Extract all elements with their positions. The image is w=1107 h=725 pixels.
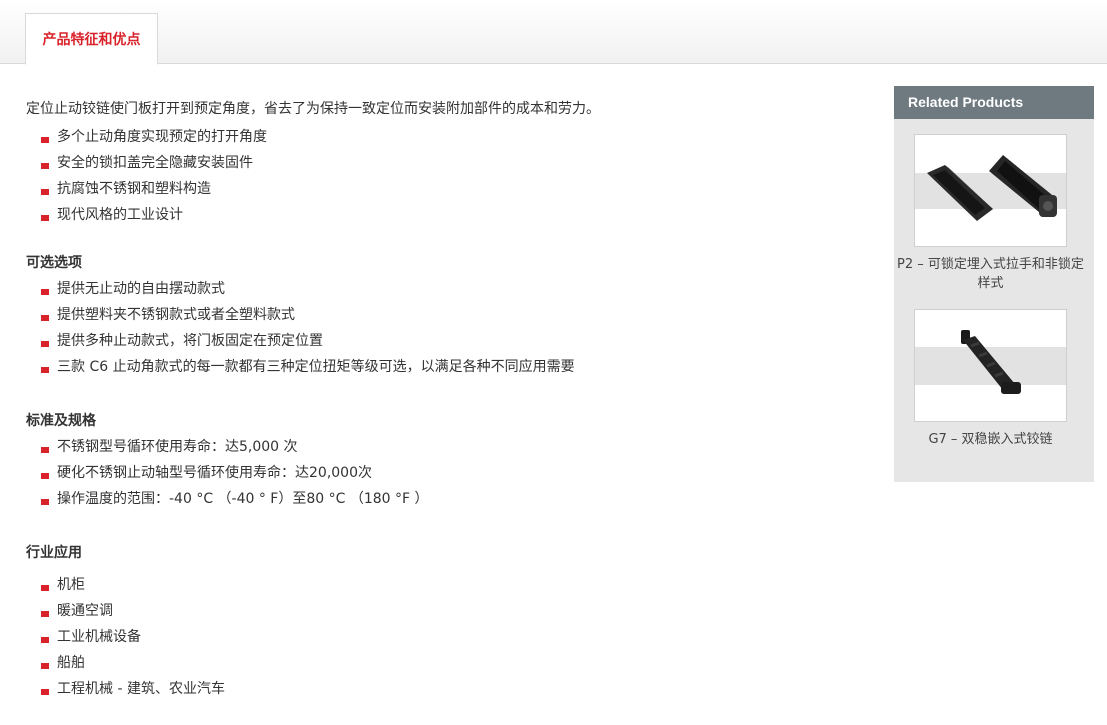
list-item: 船舶 — [26, 650, 866, 676]
list-item: 三款 C6 止动角款式的每一款都有三种定位扭矩等级可选，以满足各种不同应用需要 — [26, 354, 866, 380]
related-product-g7[interactable]: G7 – 双稳嵌入式铰链 — [914, 309, 1067, 447]
list-item: 工程机械 - 建筑、农业汽车 — [26, 676, 866, 702]
list-item: 抗腐蚀不锈钢和塑料构造 — [26, 176, 866, 202]
tab-features[interactable]: 产品特征和优点 — [25, 13, 158, 65]
flush-pull-handle-image[interactable] — [914, 134, 1067, 247]
list-item: 多个止动角度实现预定的打开角度 — [26, 124, 866, 150]
bullet-square-icon — [41, 611, 49, 617]
list-item: 机柜 — [26, 572, 866, 598]
flush-pull-handle-icon — [927, 155, 1057, 221]
specs-list: 不锈钢型号循环使用寿命：达5,000 次 硬化不锈钢止动轴型号循环使用寿命：达2… — [26, 434, 866, 512]
related-products-panel: Related Products P2 – 可锁定埋入式拉手和非锁定样式 G7 … — [894, 86, 1094, 482]
bullet-square-icon — [41, 689, 49, 695]
bullet-square-icon — [41, 163, 49, 169]
options-heading: 可选选项 — [26, 255, 82, 271]
list-item: 工业机械设备 — [26, 624, 866, 650]
list-item: 提供多种止动款式，将门板固定在预定位置 — [26, 328, 866, 354]
bullet-square-icon — [41, 637, 49, 643]
bullet-square-icon — [41, 315, 49, 321]
list-item: 现代风格的工业设计 — [26, 202, 866, 228]
applications-heading: 行业应用 — [26, 545, 82, 561]
embedded-hinge-icon — [961, 330, 1021, 394]
bullet-square-icon — [41, 499, 49, 505]
bullet-square-icon — [41, 289, 49, 295]
bullet-square-icon — [41, 341, 49, 347]
bullet-square-icon — [41, 663, 49, 669]
options-list: 提供无止动的自由摆动款式 提供塑料夹不锈钢款式或者全塑料款式 提供多种止动款式，… — [26, 276, 866, 380]
related-products-title: Related Products — [894, 86, 1094, 119]
related-product-g7-label[interactable]: G7 – 双稳嵌入式铰链 — [894, 430, 1087, 449]
main-content: 定位止动铰链使门板打开到预定角度，省去了为保持一致定位而安装附加部件的成本和劳力… — [26, 96, 866, 702]
list-item: 不锈钢型号循环使用寿命：达5,000 次 — [26, 434, 866, 460]
bullet-square-icon — [41, 473, 49, 479]
bullet-square-icon — [41, 447, 49, 453]
list-item: 操作温度的范围：-40 °C （-40 ° F）至80 °C （180 °F ） — [26, 486, 866, 512]
tab-bar: 产品特征和优点 — [0, 0, 1107, 65]
bullet-square-icon — [41, 367, 49, 373]
bullet-square-icon — [41, 215, 49, 221]
applications-list: 机柜 暖通空调 工业机械设备 船舶 工程机械 - 建筑、农业汽车 — [26, 572, 866, 702]
bullet-square-icon — [41, 137, 49, 143]
specs-heading: 标准及规格 — [26, 413, 96, 429]
list-item: 硬化不锈钢止动轴型号循环使用寿命：达20,000次 — [26, 460, 866, 486]
related-product-p2[interactable]: P2 – 可锁定埋入式拉手和非锁定样式 — [897, 134, 1084, 291]
feature-list: 多个止动角度实现预定的打开角度 安全的锁扣盖完全隐藏安装固件 抗腐蚀不锈钢和塑料… — [26, 124, 866, 228]
intro-text: 定位止动铰链使门板打开到预定角度，省去了为保持一致定位而安装附加部件的成本和劳力… — [26, 101, 600, 117]
list-item: 安全的锁扣盖完全隐藏安装固件 — [26, 150, 866, 176]
related-product-p2-label[interactable]: P2 – 可锁定埋入式拉手和非锁定样式 — [894, 255, 1087, 293]
bullet-square-icon — [41, 189, 49, 195]
list-item: 暖通空调 — [26, 598, 866, 624]
list-item: 提供无止动的自由摆动款式 — [26, 276, 866, 302]
embedded-hinge-image[interactable] — [914, 309, 1067, 422]
list-item: 提供塑料夹不锈钢款式或者全塑料款式 — [26, 302, 866, 328]
bullet-square-icon — [41, 585, 49, 591]
